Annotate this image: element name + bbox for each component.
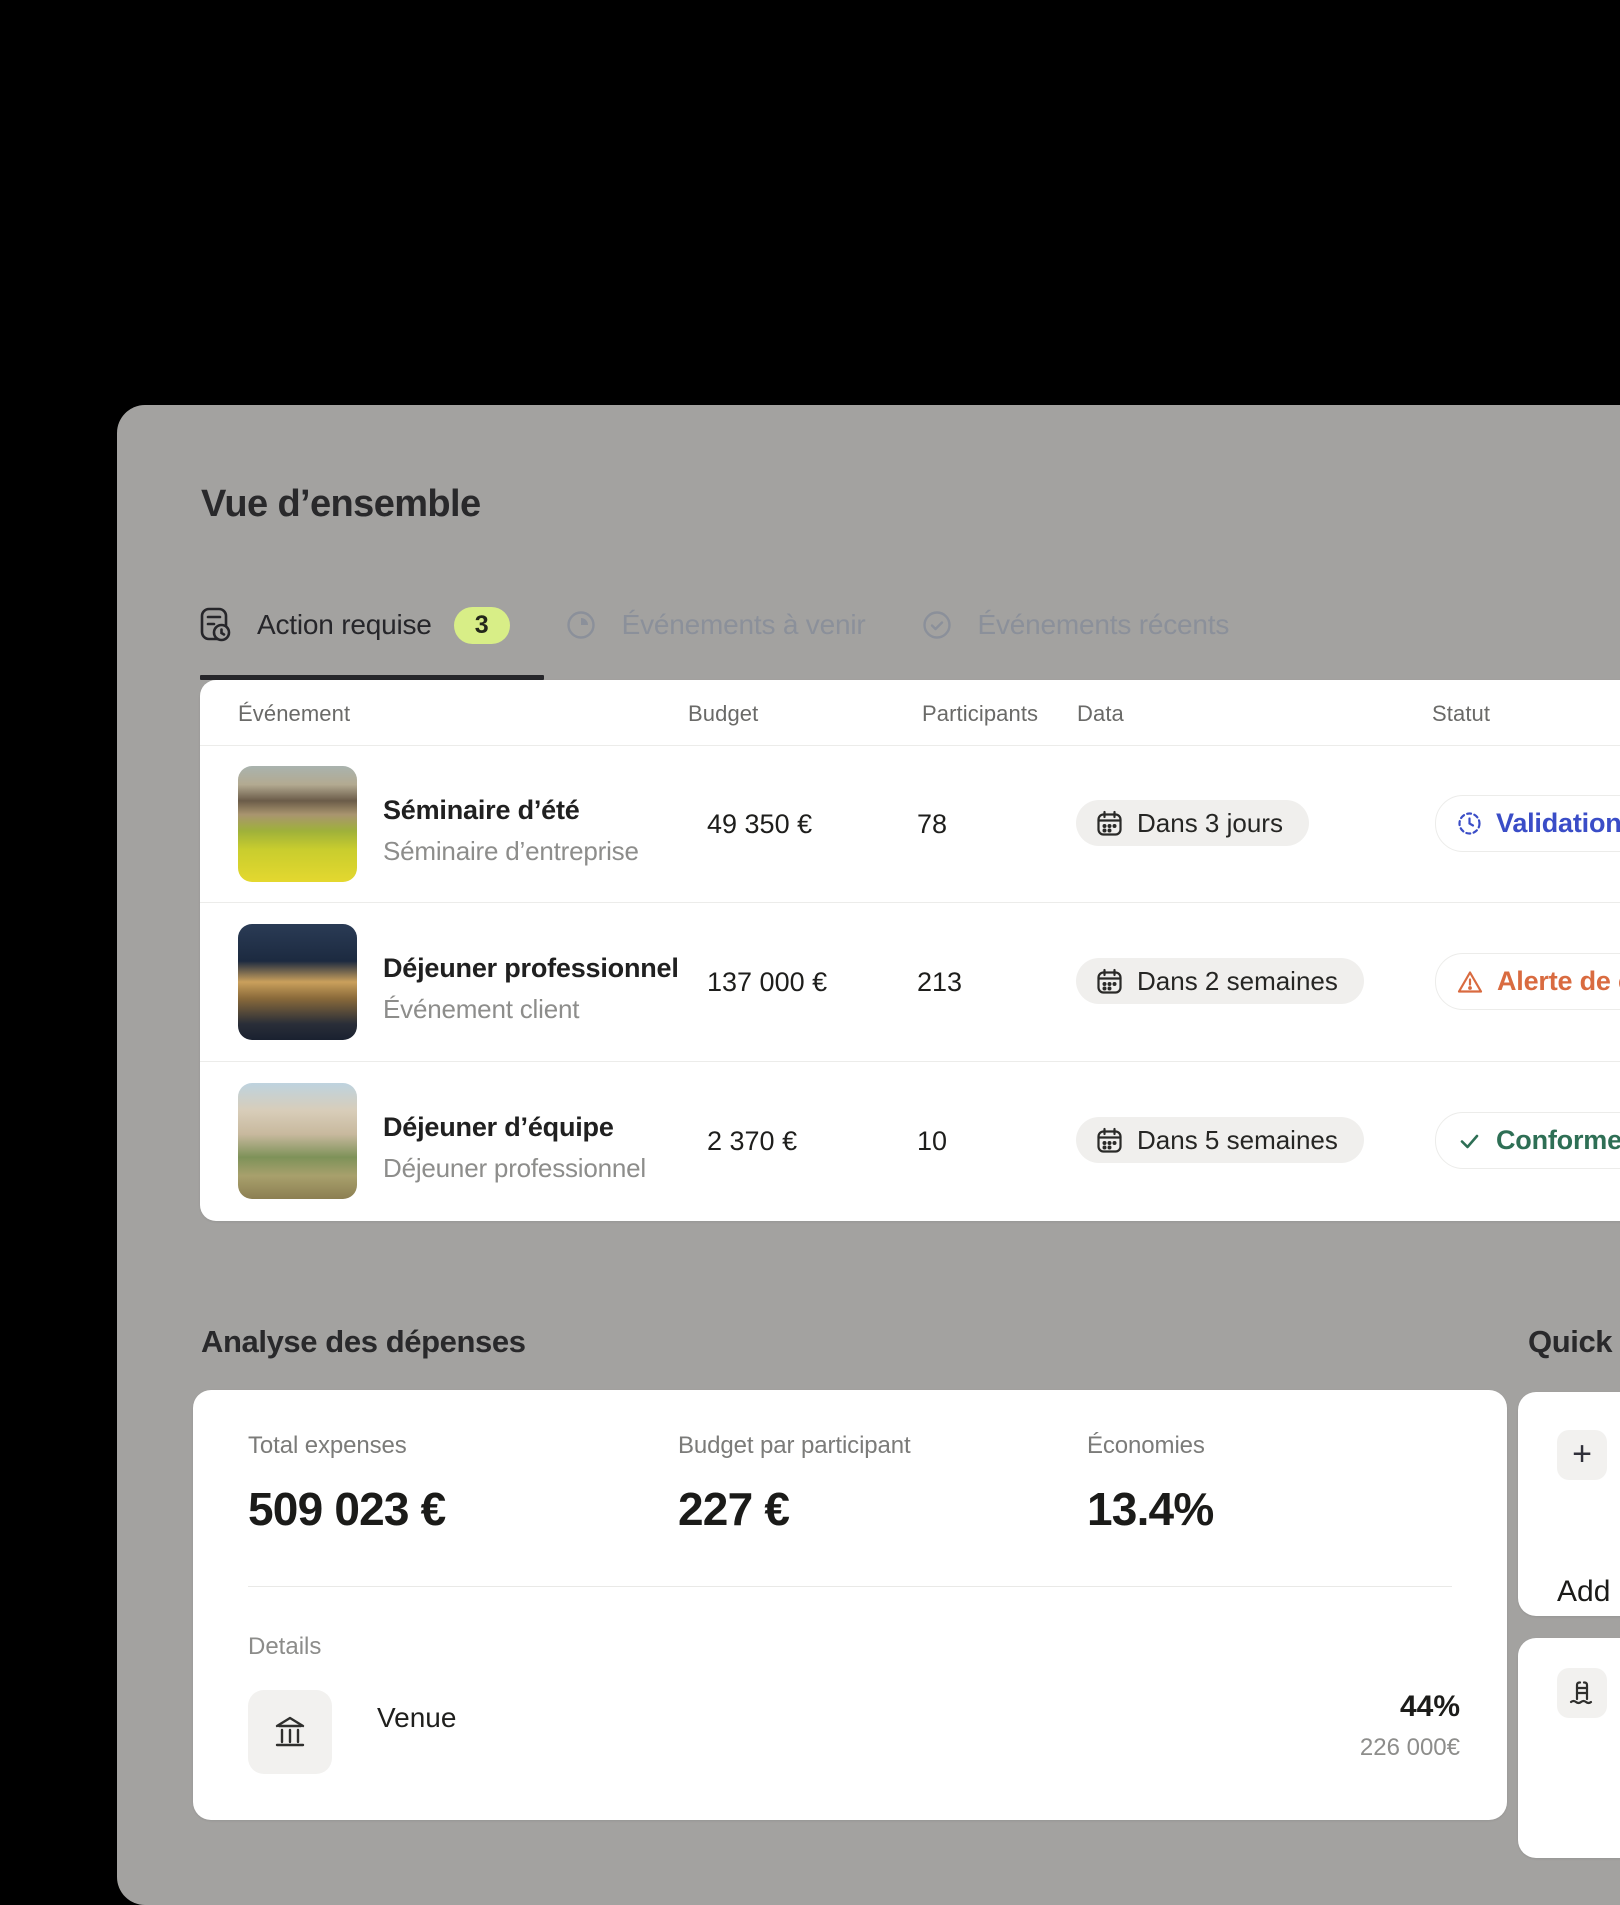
calendar-icon [1096, 810, 1123, 837]
event-date-badge: Dans 3 jours [1076, 800, 1309, 846]
detail-label: Venue [377, 1702, 456, 1734]
status-badge: Alerte de conformité [1435, 953, 1620, 1010]
event-participants: 213 [917, 967, 962, 998]
add-button[interactable]: + [1557, 1430, 1607, 1480]
pending-clock-icon [1457, 811, 1482, 836]
alert-triangle-icon [1457, 970, 1483, 994]
tab-count-badge: 3 [454, 607, 510, 644]
calendar-icon [1096, 968, 1123, 995]
status-label: Alerte de conformité [1497, 966, 1620, 997]
quick-action-add-card[interactable]: + Add event [1518, 1392, 1620, 1616]
event-subtitle: Séminaire d’entreprise [383, 836, 639, 867]
tab-evenements-a-venir[interactable]: Événements à venir [566, 609, 866, 641]
tab-label: Action requise [257, 609, 432, 641]
venue-building-icon [271, 1713, 309, 1751]
detail-amount: 226 000€ [1360, 1734, 1460, 1762]
col-header-event: Événement [238, 701, 350, 727]
status-badge: Validation requise [1435, 795, 1620, 852]
event-date-label: Dans 5 semaines [1137, 1125, 1338, 1156]
tab-label: Événements récents [978, 609, 1230, 641]
col-header-participants: Participants [922, 701, 1038, 727]
event-thumbnail [238, 1083, 357, 1199]
overview-panel: Vue d’ensemble Action requise 3 [117, 405, 1620, 1905]
details-label: Details [248, 1633, 321, 1661]
venue-icon-tile [248, 1690, 332, 1774]
col-header-status: Statut [1432, 701, 1490, 727]
check-icon [1457, 1128, 1482, 1153]
calendar-icon [1096, 1127, 1123, 1154]
col-header-data: Data [1077, 701, 1124, 727]
event-budget: 2 370 € [707, 1126, 797, 1157]
add-event-label[interactable]: Add event [1557, 1575, 1620, 1609]
event-budget: 49 350 € [707, 809, 812, 840]
event-thumbnail [238, 924, 357, 1040]
event-title: Séminaire d’été [383, 795, 639, 826]
event-thumbnail [238, 766, 357, 882]
quick-actions-heading: Quick actions [1528, 1324, 1620, 1360]
action-required-table: Événement Budget Participants Data Statu… [200, 680, 1620, 1221]
stat-value: 13.4% [1087, 1482, 1213, 1536]
expense-analysis-card: Total expenses 509 023 € Budget par part… [193, 1390, 1507, 1820]
stat-label: Économies [1087, 1432, 1213, 1460]
table-row[interactable]: Déjeuner d’équipe Déjeuner professionnel… [200, 1061, 1620, 1222]
tab-evenements-recents[interactable]: Événements récents [922, 609, 1230, 641]
detail-percent: 44% [1400, 1690, 1460, 1724]
table-row[interactable]: Déjeuner professionnel Événement client … [200, 902, 1620, 1060]
pool-ladder-icon [1568, 1679, 1596, 1707]
event-subtitle: Déjeuner professionnel [383, 1153, 646, 1184]
table-row[interactable]: Séminaire d’été Séminaire d’entreprise 4… [200, 745, 1620, 902]
overview-tabs: Action requise 3 Événements à venir Évén… [200, 603, 1229, 647]
event-date-label: Dans 3 jours [1137, 808, 1283, 839]
event-date-label: Dans 2 semaines [1137, 966, 1338, 997]
tab-action-requise[interactable]: Action requise 3 [200, 607, 510, 644]
event-title: Déjeuner professionnel [383, 953, 679, 984]
stat-value: 509 023 € [248, 1482, 445, 1536]
col-header-budget: Budget [688, 701, 758, 727]
expense-detail-row[interactable]: Venue 44% 226 000€ [248, 1690, 1460, 1774]
plus-icon: + [1572, 1437, 1592, 1471]
task-clock-icon [200, 607, 231, 643]
expenses-heading: Analyse des dépenses [201, 1324, 526, 1360]
event-title: Déjeuner d’équipe [383, 1112, 646, 1143]
event-participants: 10 [917, 1126, 947, 1157]
table-header: Événement Budget Participants Data Statu… [200, 680, 1620, 746]
status-badge: Conforme [1435, 1112, 1620, 1169]
page-title: Vue d’ensemble [201, 483, 481, 526]
stat-label: Budget par participant [678, 1432, 911, 1460]
tab-label: Événements à venir [622, 609, 866, 641]
status-label: Validation requise [1496, 808, 1620, 839]
event-budget: 137 000 € [707, 967, 827, 998]
divider [248, 1586, 1452, 1587]
event-date-badge: Dans 2 semaines [1076, 958, 1364, 1004]
quick-action-secondary-card[interactable] [1518, 1638, 1620, 1858]
check-circle-icon [922, 610, 952, 640]
status-label: Conforme [1496, 1125, 1620, 1156]
event-participants: 78 [917, 809, 947, 840]
stat-label: Total expenses [248, 1432, 445, 1460]
pool-ladder-icon-tile[interactable] [1557, 1668, 1607, 1718]
clock-pie-icon [566, 610, 596, 640]
event-date-badge: Dans 5 semaines [1076, 1117, 1364, 1163]
event-subtitle: Événement client [383, 994, 679, 1025]
stat-value: 227 € [678, 1482, 911, 1536]
